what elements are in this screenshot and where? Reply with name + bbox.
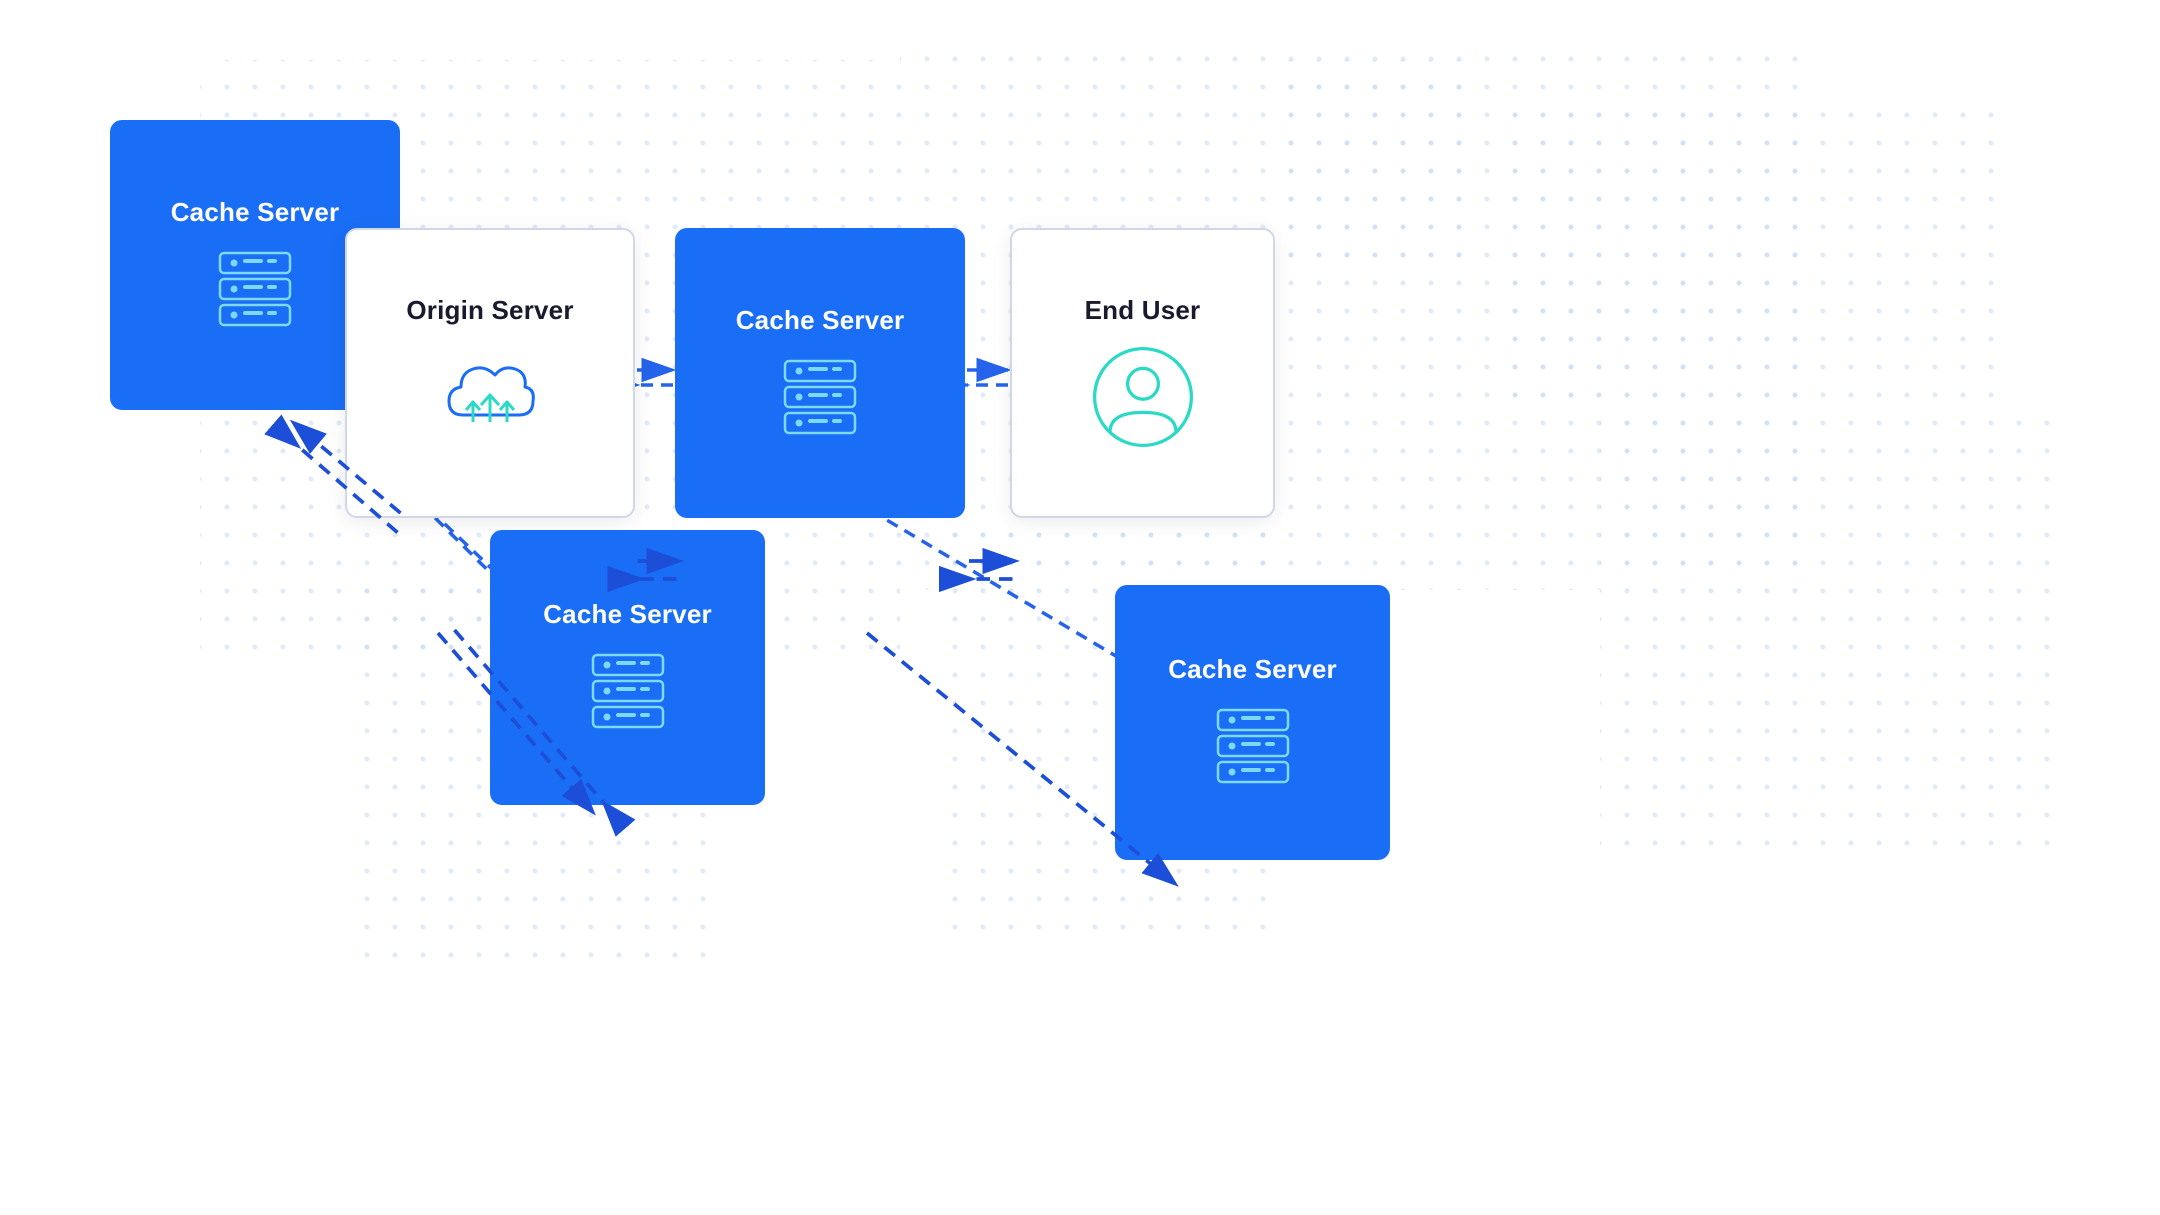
cache-server-bottom-right-label: Cache Server	[1168, 654, 1337, 685]
cache-server-center-label: Cache Server	[736, 305, 905, 336]
server-icon-bottom-right	[1208, 701, 1298, 791]
cache-server-bottom-right: Cache Server	[1115, 585, 1390, 860]
diagram-canvas: Cache Center (horizontal double arrow) -…	[0, 0, 2160, 1215]
cache-server-center: Cache Server	[675, 228, 965, 518]
origin-server-label: Origin Server	[406, 295, 573, 326]
cache-server-top-left-label: Cache Server	[171, 197, 340, 228]
cache-server-bottom-left-label: Cache Server	[543, 599, 712, 630]
server-icon-top-left	[210, 244, 300, 334]
cloud-icon	[435, 342, 545, 452]
cache-server-bottom-left: Cache Server	[490, 530, 765, 805]
server-icon-bottom-left	[583, 646, 673, 736]
end-user-label: End User	[1085, 295, 1201, 326]
end-user: End User	[1010, 228, 1275, 518]
server-icon-center	[775, 352, 865, 442]
origin-server: Origin Server	[345, 228, 635, 518]
user-icon	[1088, 342, 1198, 452]
